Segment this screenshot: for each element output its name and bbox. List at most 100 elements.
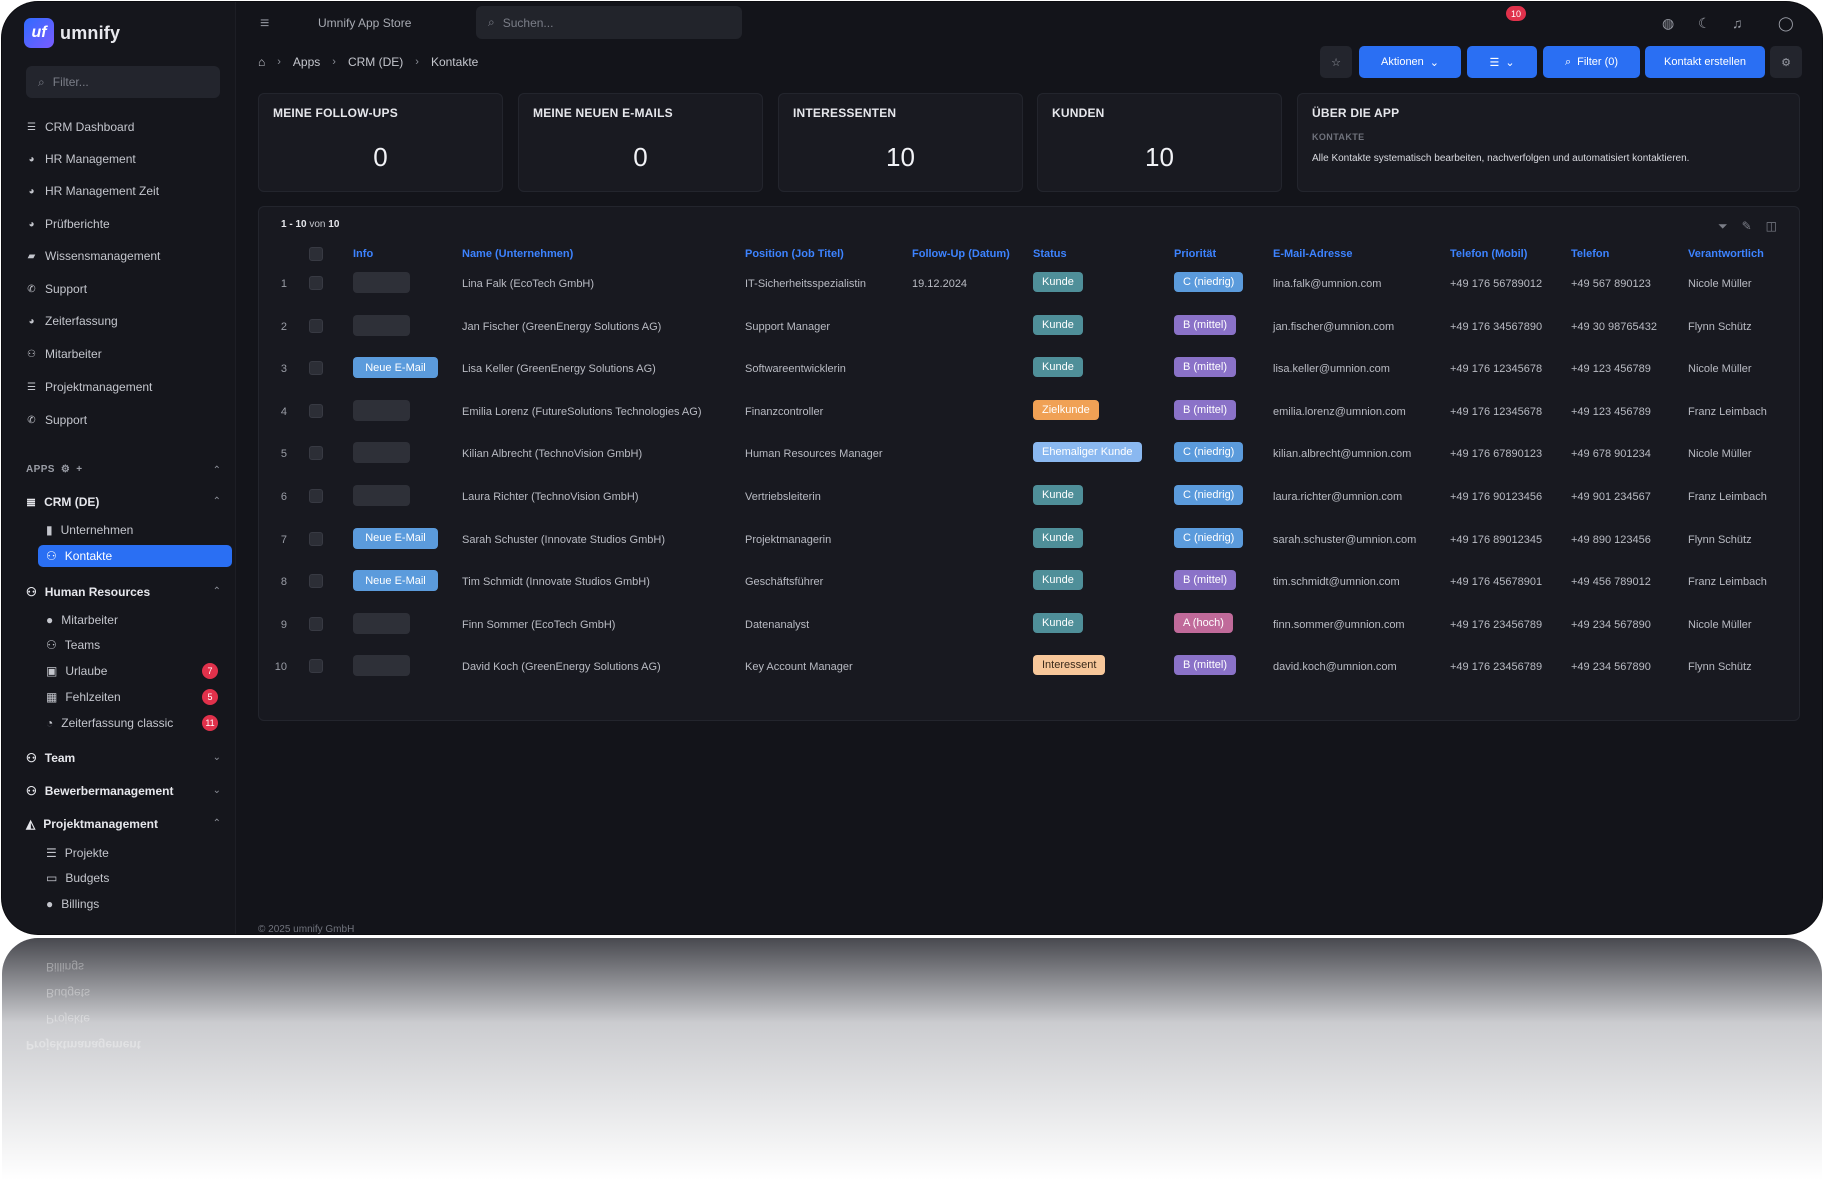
sidebar-item-mitarbeiter[interactable]: ⚇ Mitarbeiter <box>26 345 102 363</box>
row-checkbox[interactable] <box>309 446 323 461</box>
row-checkbox[interactable] <box>309 574 323 589</box>
sidebar-item-teams[interactable]: ⚇ Teams <box>46 634 226 656</box>
contact-name[interactable]: Lisa Keller (GreenEnergy Solutions AG) <box>462 363 656 375</box>
bell-icon[interactable]: ♫ <box>1732 15 1743 31</box>
email-address[interactable]: lina.falk@umnion.com <box>1273 278 1381 290</box>
sidebar-item-billings[interactable]: ● Billings <box>46 893 226 915</box>
row-checkbox[interactable] <box>309 318 323 333</box>
email-address[interactable]: jan.fischer@umnion.com <box>1273 321 1394 333</box>
row-checkbox[interactable] <box>309 616 323 631</box>
moon-icon[interactable]: ☾ <box>1698 15 1711 32</box>
sidebar-group-human-resources[interactable]: ⚇ Human Resources <box>26 585 226 599</box>
contact-name[interactable]: Laura Richter (TechnoVision GmbH) <box>462 491 638 503</box>
sidebar-item-projektmanagement[interactable]: ☰ Projektmanagement <box>26 378 152 396</box>
table-row[interactable]: 2 Jan Fischer (GreenEnergy Solutions AG) S… <box>259 307 1799 349</box>
chevron-up-icon[interactable]: ⌃ <box>213 496 221 507</box>
plus-icon[interactable]: + <box>76 464 82 475</box>
sidebar-item-hr-management-zeit[interactable]: ◕ HR Management Zeit <box>26 182 159 200</box>
card-new-emails[interactable]: MEINE NEUEN E-MAILS 0 <box>518 93 763 192</box>
chevron-up-icon[interactable]: ⌃ <box>213 586 221 597</box>
column-header-telefon-mobil[interactable]: Telefon (Mobil) <box>1450 248 1527 260</box>
email-address[interactable]: lisa.keller@umnion.com <box>1273 363 1390 375</box>
table-row[interactable]: 7 Neue E-Mail Sarah Schuster (Innovate Stu… <box>259 520 1799 562</box>
breadcrumb-crm[interactable]: CRM (DE) <box>348 55 403 69</box>
contact-name[interactable]: Lina Falk (EcoTech GmbH) <box>462 278 594 290</box>
sidebar-group-team[interactable]: ⚇ Team <box>26 751 226 765</box>
contact-name[interactable]: Finn Sommer (EcoTech GmbH) <box>462 619 615 631</box>
favorite-button[interactable]: ☆ <box>1320 46 1352 78</box>
search-input[interactable]: ⌕ Suchen... <box>476 6 742 39</box>
email-address[interactable]: finn.sommer@umnion.com <box>1273 619 1405 631</box>
contact-name[interactable]: Jan Fischer (GreenEnergy Solutions AG) <box>462 321 661 333</box>
card-follow-ups[interactable]: MEINE FOLLOW-UPS 0 <box>258 93 503 192</box>
aktionen-button[interactable]: Aktionen ⌄ <box>1359 46 1461 78</box>
columns-icon[interactable]: ◫ <box>1766 219 1777 234</box>
logo[interactable]: uf umnify <box>24 18 120 48</box>
column-header-name[interactable]: Name (Unternehmen) <box>462 248 573 260</box>
row-checkbox[interactable] <box>309 659 323 674</box>
table-row[interactable]: 1 Lina Falk (EcoTech GmbH) IT-Sicherheitss… <box>259 264 1799 306</box>
chevron-down-icon[interactable]: ⌄ <box>213 752 221 763</box>
chevron-up-icon[interactable]: ⌃ <box>213 818 221 829</box>
column-header-position[interactable]: Position (Job Titel) <box>745 248 844 260</box>
sidebar-item-support-2[interactable]: ✆ Support <box>26 411 87 429</box>
chevron-up-icon[interactable]: ⌃ <box>213 465 221 476</box>
column-header-info[interactable]: Info <box>353 248 373 260</box>
table-row[interactable]: 4 Emilia Lorenz (FutureSolutions Technolo… <box>259 392 1799 434</box>
column-header-telefon[interactable]: Telefon <box>1571 248 1609 260</box>
card-interessenten[interactable]: INTERESSENTEN 10 <box>778 93 1023 192</box>
table-row[interactable]: 3 Neue E-Mail Lisa Keller (GreenEnergy Sol… <box>259 349 1799 391</box>
globe-icon[interactable]: ◍ <box>1662 15 1674 32</box>
sidebar-item-fehlzeiten[interactable]: ▦ Fehlzeiten 5 <box>46 686 226 708</box>
row-checkbox[interactable] <box>309 531 323 546</box>
sidebar-item-hr-management[interactable]: ◕ HR Management <box>26 150 135 168</box>
row-checkbox[interactable] <box>309 276 323 290</box>
home-icon[interactable]: ⌂ <box>258 55 265 69</box>
sidebar-item-unternehmen[interactable]: ▮ Unternehmen <box>46 519 226 541</box>
new-email-badge[interactable]: Neue E-Mail <box>353 357 438 379</box>
sidebar-item-projekte[interactable]: ☰ Projekte <box>46 842 226 864</box>
sidebar-item-zeiterfassung-classic[interactable]: ◔ Zeiterfassung classic 11 <box>46 712 226 734</box>
sidebar-item-urlaube[interactable]: ▣ Urlaube 7 <box>46 660 226 682</box>
contact-name[interactable]: David Koch (GreenEnergy Solutions AG) <box>462 661 661 673</box>
breadcrumb-apps[interactable]: Apps <box>293 55 320 69</box>
contact-name[interactable]: Kilian Albrecht (TechnoVision GmbH) <box>462 448 642 460</box>
chevron-down-icon[interactable]: ⌄ <box>213 785 221 796</box>
sidebar-item-support[interactable]: ✆ Support <box>26 280 87 298</box>
column-header-follow-up[interactable]: Follow-Up (Datum) <box>912 248 1010 260</box>
new-email-badge[interactable]: Neue E-Mail <box>353 570 438 592</box>
column-header-verantwortlich[interactable]: Verantwortlich <box>1688 248 1764 260</box>
table-row[interactable]: 5 Kilian Albrecht (TechnoVision GmbH) Huma… <box>259 434 1799 476</box>
filter-icon[interactable]: ⏷ <box>1718 219 1728 234</box>
column-header-prioritaet[interactable]: Priorität <box>1174 248 1216 260</box>
new-email-badge[interactable]: Neue E-Mail <box>353 527 438 549</box>
sidebar-item-wissensmanagement[interactable]: ▰ Wissensmanagement <box>26 247 161 265</box>
column-header-email[interactable]: E-Mail-Adresse <box>1273 248 1352 260</box>
settings-button[interactable]: ⚙ <box>1770 46 1802 78</box>
email-address[interactable]: david.koch@umnion.com <box>1273 661 1397 673</box>
sidebar-group-bewerbermanagement[interactable]: ⚇ Bewerbermanagement <box>26 784 226 798</box>
sidebar-item-crm-dashboard[interactable]: ☰ CRM Dashboard <box>26 118 134 136</box>
sidebar-item-pruefberichte[interactable]: ◕ Prüfberichte <box>26 215 109 233</box>
email-address[interactable]: emilia.lorenz@umnion.com <box>1273 406 1406 418</box>
table-row[interactable]: 10 David Koch (GreenEnergy Solutions AG) K… <box>259 647 1799 689</box>
email-address[interactable]: laura.richter@umnion.com <box>1273 491 1402 503</box>
menu-icon[interactable]: ≡ <box>260 15 269 33</box>
table-row[interactable]: 9 Finn Sommer (EcoTech GmbH) Datenanalyst f… <box>259 605 1799 647</box>
table-row[interactable]: 6 Laura Richter (TechnoVision GmbH) Vertri… <box>259 477 1799 519</box>
view-toggle-button[interactable]: ☰ ⌄ <box>1467 46 1537 78</box>
row-checkbox[interactable] <box>309 489 323 503</box>
user-icon[interactable]: ◯ <box>1778 15 1794 32</box>
row-checkbox[interactable] <box>309 361 323 376</box>
app-store-title[interactable]: Umnify App Store <box>318 16 411 30</box>
gear-icon[interactable]: ⚙ <box>61 464 70 475</box>
select-all-checkbox[interactable] <box>309 247 323 261</box>
table-row[interactable]: 8 Neue E-Mail Tim Schmidt (Innovate Studio… <box>259 562 1799 604</box>
contact-name[interactable]: Tim Schmidt (Innovate Studios GmbH) <box>462 576 650 588</box>
edit-icon[interactable]: ✎ <box>1742 219 1752 234</box>
sidebar-item-kontakte[interactable]: ⚇ Kontakte <box>38 545 232 567</box>
card-kunden[interactable]: KUNDEN 10 <box>1037 93 1282 192</box>
filter-button[interactable]: ⌕ Filter (0) <box>1543 46 1640 78</box>
row-checkbox[interactable] <box>309 403 323 418</box>
email-address[interactable]: sarah.schuster@umnion.com <box>1273 534 1416 546</box>
